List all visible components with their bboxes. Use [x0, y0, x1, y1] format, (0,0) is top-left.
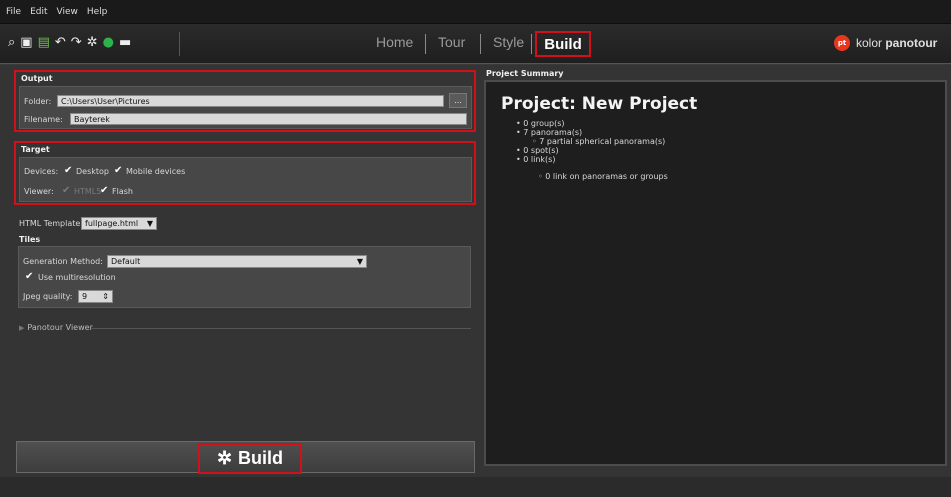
brand-bold: panotour — [885, 36, 938, 50]
stepper-arrows-icon: ⇕ — [102, 292, 109, 301]
tab-style[interactable]: Style — [493, 34, 524, 50]
panotour-logo-icon: pt — [834, 35, 850, 51]
nav-separator — [425, 34, 426, 54]
flash-checkbox[interactable]: ✔ — [100, 186, 109, 196]
section-divider — [92, 328, 471, 329]
menu-help[interactable]: Help — [87, 7, 108, 17]
nav-separator — [531, 34, 532, 54]
toolbar-separator — [179, 32, 180, 56]
desktop-label: Desktop — [76, 167, 109, 176]
summary-partial: ◦ 7 partial spherical panorama(s) — [532, 137, 666, 146]
export-icon[interactable]: ▤ — [38, 36, 50, 49]
output-box: Folder: C:\Users\User\Pictures ... Filen… — [19, 86, 472, 129]
folder-label: Folder: — [24, 97, 52, 106]
summary-list: • 0 group(s) • 7 panorama(s) ◦ 7 partial… — [516, 119, 933, 181]
undo-icon[interactable]: ↶ — [55, 36, 66, 49]
redo-icon[interactable]: ↷ — [71, 36, 82, 49]
toolbar-icons: ⌕ ▣ ▤ ↶ ↷ ✲ ● ▬ — [8, 36, 131, 49]
menu-bar: File Edit View Help — [0, 0, 951, 24]
html-template-select[interactable]: fullpage.html ▼ — [81, 217, 157, 230]
build-button-label: Build — [238, 448, 284, 468]
mobile-label: Mobile devices — [126, 167, 186, 176]
html5-label: HTML5 — [74, 187, 102, 196]
nav-separator — [480, 34, 481, 54]
toolbar: ⌕ ▣ ▤ ↶ ↷ ✲ ● ▬ Home Tour Style Build pt… — [0, 24, 951, 64]
play-icon[interactable]: ● — [103, 36, 114, 49]
project-summary-panel: Project: New Project • 0 group(s) • 7 pa… — [484, 80, 947, 466]
target-box: Devices: ✔ Desktop ✔ Mobile devices View… — [19, 157, 472, 202]
tab-tour[interactable]: Tour — [438, 34, 465, 50]
tiles-title: Tiles — [19, 235, 41, 244]
html5-checkbox[interactable]: ✔ — [62, 186, 71, 196]
filename-field[interactable]: Bayterek — [70, 113, 467, 125]
output-title: Output — [21, 74, 53, 83]
build-button[interactable]: ✲ Build — [198, 443, 302, 474]
html-template-label: HTML Template: — [19, 219, 84, 228]
menu-edit[interactable]: Edit — [30, 7, 47, 17]
summary-panoramas: • 7 panorama(s) — [516, 128, 583, 137]
expand-arrow-icon: ▶ — [19, 323, 25, 332]
browse-button[interactable]: ... — [449, 93, 467, 108]
html-template-value: fullpage.html — [85, 219, 139, 228]
jpeg-quality-value: 9 — [82, 292, 88, 301]
multiresolution-checkbox[interactable]: ✔ — [25, 272, 34, 282]
multiresolution-label: Use multiresolution — [38, 273, 116, 282]
devices-label: Devices: — [24, 167, 59, 176]
brand-name: kolor panotour — [856, 36, 937, 50]
flash-label: Flash — [112, 187, 133, 196]
brand: pt kolor panotour — [834, 35, 937, 51]
panotour-viewer-label: Panotour Viewer — [27, 323, 93, 332]
project-summary-title: Project Summary — [486, 69, 564, 78]
tab-home[interactable]: Home — [376, 34, 413, 50]
generation-method-value: Default — [111, 257, 141, 266]
gear-icon: ✲ — [216, 448, 233, 468]
filename-label: Filename: — [24, 115, 63, 124]
chevron-down-icon: ▼ — [146, 219, 153, 228]
summary-groups: • 0 group(s) — [516, 119, 565, 128]
menu-view[interactable]: View — [57, 7, 78, 17]
summary-links-detail: ◦ 0 link on panoramas or groups — [538, 172, 668, 181]
summary-spots: • 0 spot(s) — [516, 146, 559, 155]
tiles-box: Generation Method: Default ▼ ✔ Use multi… — [18, 246, 471, 308]
brand-prefix: kolor — [856, 36, 886, 50]
settings-icon[interactable]: ✲ — [87, 36, 98, 49]
menu-file[interactable]: File — [6, 7, 21, 17]
save-icon[interactable]: ▣ — [20, 36, 32, 49]
status-bar — [0, 477, 951, 497]
output-group: Output Folder: C:\Users\User\Pictures ..… — [14, 70, 476, 132]
generation-method-select[interactable]: Default ▼ — [107, 255, 367, 268]
target-group: Target Devices: ✔ Desktop ✔ Mobile devic… — [14, 141, 476, 205]
folder-field[interactable]: C:\Users\User\Pictures — [57, 95, 444, 107]
project-heading: Project: New Project — [501, 94, 698, 114]
summary-links: • 0 link(s) — [516, 155, 556, 164]
tab-build[interactable]: Build — [535, 31, 591, 57]
panotour-viewer-section[interactable]: ▶ Panotour Viewer — [19, 323, 93, 332]
desktop-checkbox[interactable]: ✔ — [64, 166, 73, 176]
chevron-down-icon: ▼ — [356, 257, 363, 266]
generation-method-label: Generation Method: — [23, 257, 103, 266]
mobile-checkbox[interactable]: ✔ — [114, 166, 123, 176]
jpeg-quality-stepper[interactable]: 9 ⇕ — [78, 290, 113, 303]
jpeg-quality-label: Jpeg quality: — [23, 292, 73, 301]
book-icon[interactable]: ▬ — [119, 36, 131, 49]
target-title: Target — [21, 145, 50, 154]
viewer-label: Viewer: — [24, 187, 54, 196]
search-icon[interactable]: ⌕ — [8, 36, 15, 49]
